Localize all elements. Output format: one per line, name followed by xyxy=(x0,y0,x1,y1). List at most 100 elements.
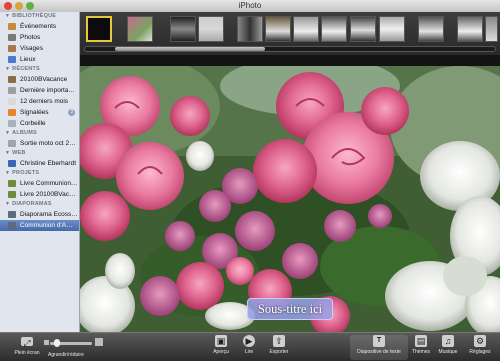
sidebar-item[interactable]: Visages xyxy=(0,43,79,54)
play-button[interactable]: ▶ Lire xyxy=(238,335,260,360)
fullscreen-button[interactable]: ⤢ Plein écran xyxy=(2,335,52,360)
sidebar-item[interactable]: 20100BVacance xyxy=(0,74,79,85)
slide-thumbnail[interactable] xyxy=(457,16,483,42)
section-header[interactable]: ▼ BIBLIOTHÈQUE xyxy=(0,12,79,21)
disclosure-triangle-icon[interactable]: ▼ xyxy=(5,150,10,156)
zoom-large-icon xyxy=(95,338,103,346)
section-header[interactable]: ▼ ALBUMS xyxy=(0,129,79,138)
flag-icon xyxy=(8,109,16,116)
sidebar-item-label: Livre Communion… xyxy=(20,180,78,187)
filmstrip-scrollbar[interactable] xyxy=(84,46,496,52)
slide-thumbnail[interactable] xyxy=(293,16,319,42)
text-slide-button[interactable]: T Diapositive de texte xyxy=(350,335,408,360)
sidebar-item-label: Lieux xyxy=(20,56,36,63)
events-icon xyxy=(8,23,16,30)
web-album-icon xyxy=(8,160,16,167)
music-icon: ♫ xyxy=(442,335,454,347)
section-header[interactable]: ▼ WEB xyxy=(0,149,79,158)
source-list: ▼ BIBLIOTHÈQUE Événements Photos Visages Lieu… xyxy=(0,12,80,332)
sidebar-item[interactable]: Livre Communion… xyxy=(0,178,79,189)
sidebar-item-label: Communion d'A… xyxy=(20,222,73,229)
slide-thumbnail[interactable] xyxy=(86,16,112,42)
zoom-small-icon xyxy=(44,340,49,345)
section-header[interactable]: ▼ PROJETS xyxy=(0,169,79,178)
trash-icon xyxy=(8,120,16,127)
slide-thumbnail[interactable] xyxy=(379,16,405,42)
zoom-label: Agrandir/réduire xyxy=(48,352,84,358)
slideshow-icon xyxy=(8,211,16,218)
disclosure-triangle-icon[interactable]: ▼ xyxy=(5,170,10,176)
settings-button[interactable]: ⚙ Réglages xyxy=(465,335,495,360)
slide-thumbnail[interactable] xyxy=(237,16,263,42)
export-label: Exporter xyxy=(269,349,289,355)
music-button[interactable]: ♫ Musique xyxy=(435,335,461,360)
sidebar-item[interactable]: Lieux xyxy=(0,54,79,65)
slide-thumbnail[interactable] xyxy=(485,16,498,42)
sidebar-item[interactable]: Dernière importa… xyxy=(0,85,79,96)
sidebar-item-label: Corbeille xyxy=(20,120,46,127)
sidebar-item[interactable]: Livre 20100BVac… xyxy=(0,189,79,200)
slideshow-icon xyxy=(8,222,16,229)
sidebar-item-label: Événements xyxy=(20,23,57,30)
themes-label: Thèmes xyxy=(411,349,431,355)
slide-thumbnail[interactable] xyxy=(265,16,291,42)
sidebar-item-label: Livre 20100BVac… xyxy=(20,191,76,198)
play-label: Lire xyxy=(244,349,254,355)
zoom-slider-knob[interactable] xyxy=(54,339,60,347)
fullscreen-icon: ⤢ xyxy=(21,337,33,348)
sidebar-item[interactable]: Diaporama Ecoss… xyxy=(0,209,79,220)
disclosure-triangle-icon[interactable]: ▼ xyxy=(5,13,10,19)
section-header-label: DIAPORAMAS xyxy=(12,201,52,207)
sidebar-item-label: Visages xyxy=(20,45,44,52)
section-header[interactable]: ▼ DIAPORAMAS xyxy=(0,200,79,209)
section-header-label: RÉCENTS xyxy=(12,66,40,72)
slide-subtitle-text[interactable]: Sous-titre ici xyxy=(247,298,333,320)
sidebar-item[interactable]: 12 derniers mois xyxy=(0,96,79,107)
section-header[interactable]: ▼ RÉCENTS xyxy=(0,65,79,74)
slide-thumbnail[interactable] xyxy=(418,16,444,42)
sidebar-item[interactable]: Corbeille xyxy=(0,118,79,129)
music-label: Musique xyxy=(438,349,458,355)
event-recent-icon xyxy=(8,76,16,83)
slide-filmstrip xyxy=(80,12,500,56)
window-title: iPhoto xyxy=(238,1,262,10)
preview-icon: ▣ xyxy=(215,335,227,347)
slide-thumbnail[interactable] xyxy=(198,16,224,42)
calendar-icon xyxy=(8,98,16,105)
slide-thumbnail[interactable] xyxy=(321,16,347,42)
section-header-label: ALBUMS xyxy=(12,130,37,136)
export-icon: ⇪ xyxy=(273,335,285,347)
book-icon xyxy=(8,180,16,187)
sidebar-item-label: Signalées xyxy=(20,109,49,116)
sidebar-item-label: Dernière importa… xyxy=(20,87,75,94)
themes-button[interactable]: ▤ Thèmes xyxy=(410,335,432,360)
bottom-toolbar: ⤢ Plein écran Agrandir/réduire ▣ Aperçu … xyxy=(0,332,500,361)
sidebar-item-label: Photos xyxy=(20,34,41,41)
sidebar-item[interactable]: Sortie moto oct 2… xyxy=(0,138,79,149)
slide-viewer: Sous-titre ici xyxy=(80,56,500,332)
sidebar-item[interactable]: Communion d'A… xyxy=(0,220,79,231)
places-icon xyxy=(8,56,16,63)
sidebar-item[interactable]: Photos xyxy=(0,32,79,43)
slide-photo[interactable] xyxy=(80,66,500,332)
disclosure-triangle-icon[interactable]: ▼ xyxy=(5,66,10,72)
preview-button[interactable]: ▣ Aperçu xyxy=(208,335,234,360)
section-header-label: BIBLIOTHÈQUE xyxy=(12,13,57,19)
disclosure-triangle-icon[interactable]: ▼ xyxy=(5,130,10,136)
sidebar-item[interactable]: Signalées 3 xyxy=(0,107,79,118)
last-import-icon xyxy=(8,87,16,94)
settings-label: Réglages xyxy=(469,349,491,355)
slide-thumbnail[interactable] xyxy=(350,16,376,42)
sidebar-item-label: 12 derniers mois xyxy=(20,98,69,105)
sidebar-item-label: Christine Eberhardt xyxy=(20,160,76,167)
sidebar-item[interactable]: Christine Eberhardt xyxy=(0,158,79,169)
disclosure-triangle-icon[interactable]: ▼ xyxy=(5,201,10,207)
sidebar-item[interactable]: Événements xyxy=(0,21,79,32)
filmstrip-scroll-knob[interactable] xyxy=(115,47,265,51)
album-icon xyxy=(8,140,16,147)
slide-thumbnail[interactable] xyxy=(170,16,196,42)
export-button[interactable]: ⇪ Exporter xyxy=(264,335,294,360)
text-slide-label: Diapositive de texte xyxy=(357,349,401,355)
slide-thumbnail[interactable] xyxy=(127,16,153,42)
preview-label: Aperçu xyxy=(213,349,229,355)
